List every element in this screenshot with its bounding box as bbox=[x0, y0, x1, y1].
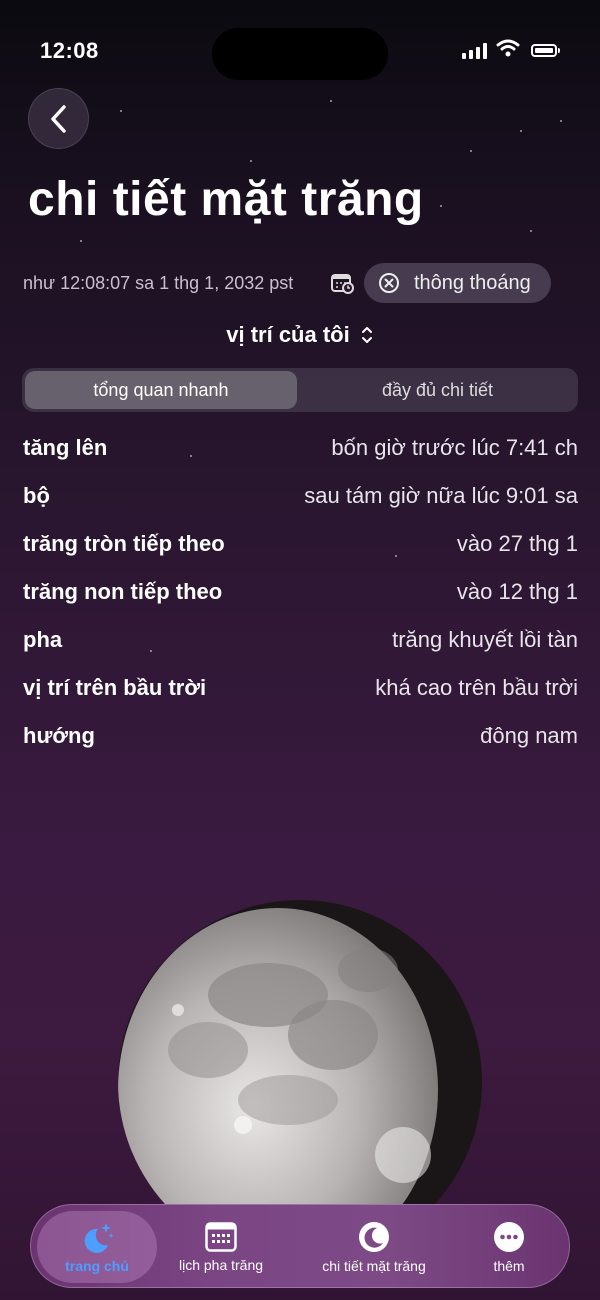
detail-row-direction: hướng đông nam bbox=[23, 712, 578, 760]
cellular-signal-icon bbox=[462, 43, 487, 59]
detail-value: khá cao trên bầu trời bbox=[375, 675, 578, 700]
detail-row-next-new-moon: trăng non tiếp theo vào 12 thg 1 bbox=[23, 568, 578, 616]
detail-label: trăng non tiếp theo bbox=[23, 579, 223, 604]
battery-icon bbox=[531, 44, 560, 57]
clear-circle-icon bbox=[379, 273, 399, 293]
wifi-icon bbox=[496, 39, 520, 57]
detail-label: tăng lên bbox=[23, 435, 108, 460]
segment-full-details[interactable]: đầy đủ chi tiết bbox=[300, 371, 575, 409]
moon-icon bbox=[359, 1221, 389, 1252]
ellipsis-icon bbox=[494, 1221, 524, 1252]
detail-value: bốn giờ trước lúc 7:41 ch bbox=[331, 435, 578, 460]
tab-moon-details[interactable]: chi tiết mặt trăng bbox=[299, 1211, 449, 1283]
detail-value: vào 27 thg 1 bbox=[456, 531, 578, 556]
status-time: 12:08 bbox=[40, 38, 99, 63]
detail-row-set: bộ sau tám giờ nữa lúc 9:01 sa bbox=[23, 472, 578, 520]
detail-row-rise: tăng lên bốn giờ trước lúc 7:41 ch bbox=[23, 424, 578, 472]
detail-value: sau tám giờ nữa lúc 9:01 sa bbox=[304, 483, 578, 508]
detail-label: trăng tròn tiếp theo bbox=[23, 531, 225, 556]
calendar-clock-icon[interactable] bbox=[331, 272, 355, 294]
tab-more[interactable]: thêm bbox=[461, 1211, 557, 1283]
chevron-up-down-icon bbox=[361, 327, 372, 343]
location-selector[interactable]: vị trí của tôi bbox=[0, 322, 600, 348]
tab-home[interactable]: trang chủ bbox=[37, 1211, 157, 1283]
detail-value: vào 12 thg 1 bbox=[456, 579, 578, 604]
tab-label: thêm bbox=[493, 1257, 525, 1274]
view-segmented-control: tổng quan nhanh đầy đủ chi tiết bbox=[22, 368, 578, 412]
clear-date-button[interactable]: thông thoáng bbox=[364, 263, 551, 303]
chevron-left-icon bbox=[50, 104, 66, 133]
detail-label: bộ bbox=[23, 483, 50, 508]
detail-label: vị trí trên bầu trời bbox=[23, 675, 207, 700]
detail-label: hướng bbox=[23, 723, 95, 748]
tab-moon-calendar[interactable]: lịch pha trăng bbox=[161, 1211, 281, 1283]
detail-row-next-full-moon: trăng tròn tiếp theo vào 27 thg 1 bbox=[23, 520, 578, 568]
status-bar: 12:08 bbox=[0, 0, 600, 80]
segment-quick-overview[interactable]: tổng quan nhanh bbox=[25, 371, 297, 409]
detail-label: pha bbox=[23, 627, 63, 652]
detail-value: đông nam bbox=[480, 723, 578, 748]
page-title: chi tiết mặt trăng bbox=[28, 173, 424, 226]
tab-label: lịch pha trăng bbox=[178, 1256, 264, 1273]
detail-value: trăng khuyết lồi tàn bbox=[392, 627, 578, 652]
dynamic-island bbox=[212, 28, 388, 80]
back-button[interactable] bbox=[28, 88, 89, 149]
calendar-icon bbox=[205, 1221, 237, 1252]
location-label: vị trí của tôi bbox=[226, 322, 350, 347]
tab-label: trang chủ bbox=[65, 1257, 129, 1274]
tab-label: chi tiết mặt trăng bbox=[322, 1257, 426, 1274]
moon-details-list: tăng lên bốn giờ trước lúc 7:41 ch bộ sa… bbox=[23, 424, 578, 760]
date-text: như 12:08:07 sa 1 thg 1, 2032 pst bbox=[23, 273, 294, 293]
bottom-tab-bar: trang chủ lịch pha trăng chi tiết mặt tr… bbox=[30, 1204, 570, 1288]
moon-stars-icon bbox=[84, 1222, 114, 1253]
detail-row-sky-position: vị trí trên bầu trời khá cao trên bầu tr… bbox=[23, 664, 578, 712]
clear-date-label: thông thoáng bbox=[414, 271, 531, 294]
detail-row-phase: pha trăng khuyết lồi tàn bbox=[23, 616, 578, 664]
